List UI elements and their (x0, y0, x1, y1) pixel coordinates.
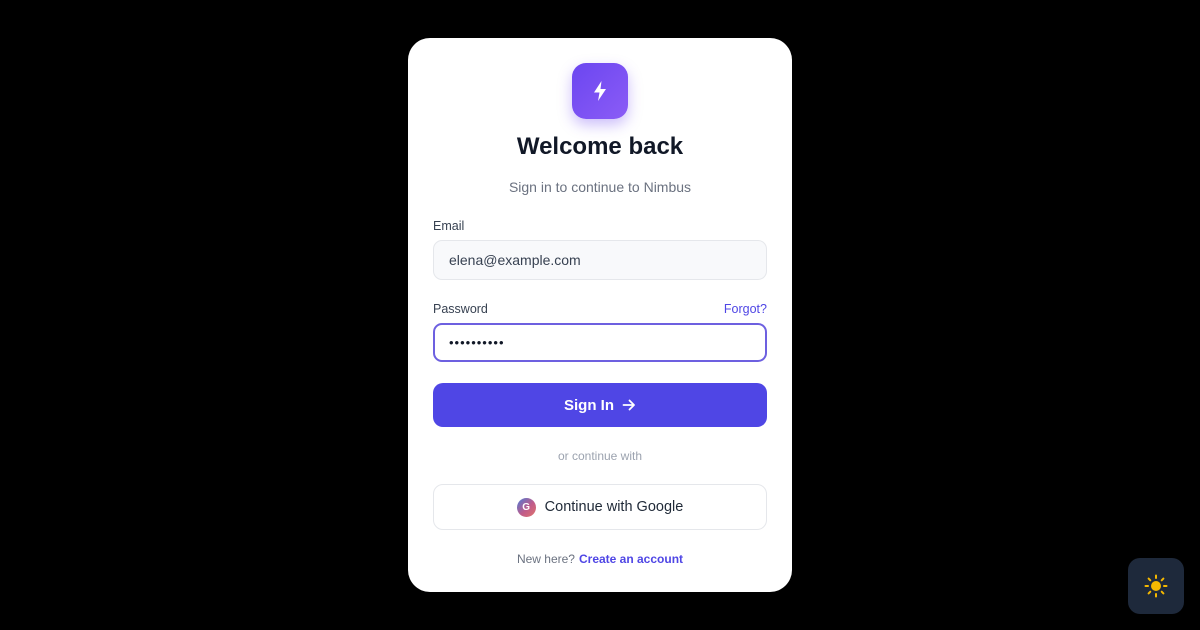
signup-prompt: New here? Create an account (408, 551, 792, 567)
sign-in-label: Sign In (564, 396, 614, 414)
lightning-bolt-icon (594, 81, 606, 101)
google-button-label: Continue with Google (544, 499, 684, 515)
page-subtitle: Sign in to continue to Nimbus (508, 179, 692, 195)
divider-text: or continue with (557, 449, 643, 463)
email-label: Email (433, 219, 465, 233)
sun-icon (1144, 574, 1168, 598)
google-icon: G (516, 497, 536, 517)
create-account-link[interactable]: Create an account (579, 552, 683, 566)
arrow-right-icon (622, 399, 635, 411)
login-card: Welcome back Sign in to continue to Nimb… (408, 38, 792, 592)
app-logo (572, 63, 628, 119)
forgot-password-link[interactable]: Forgot? (724, 301, 767, 317)
page-title: Welcome back (516, 133, 684, 160)
theme-toggle-button[interactable] (1128, 558, 1184, 614)
email-field[interactable] (433, 240, 767, 280)
password-label: Password (433, 302, 488, 316)
signup-prompt-text: New here? (516, 552, 575, 566)
google-sign-in-button[interactable]: G Continue with Google (433, 484, 767, 530)
password-field[interactable] (433, 323, 767, 362)
sign-in-button[interactable]: Sign In (433, 383, 767, 427)
